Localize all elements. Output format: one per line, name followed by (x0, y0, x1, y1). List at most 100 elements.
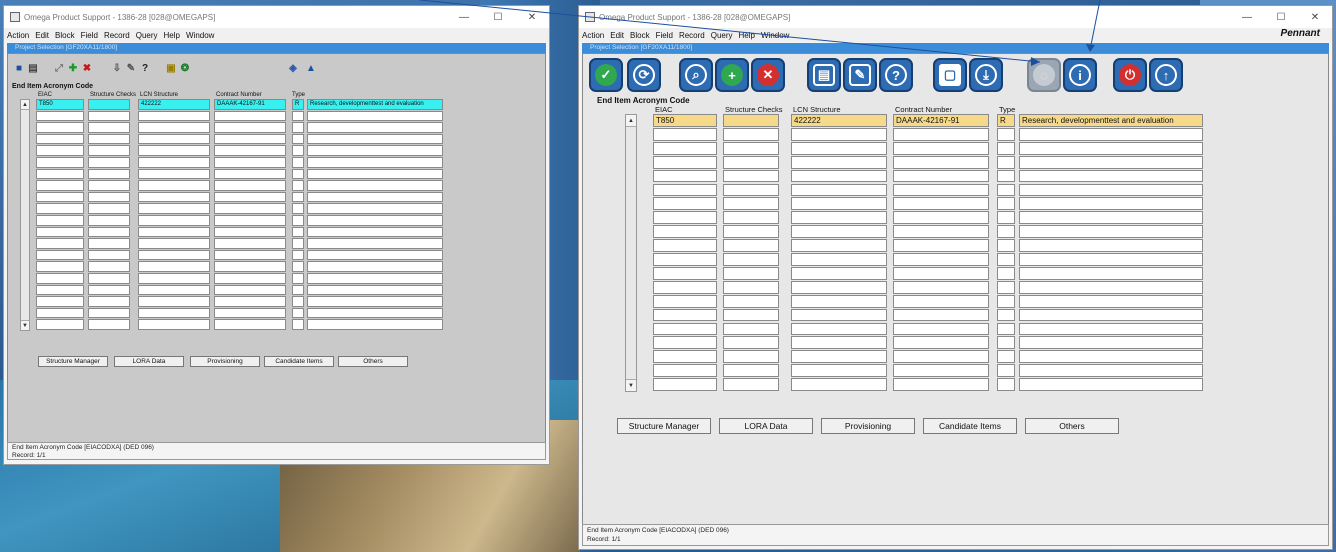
empty-cell[interactable] (307, 145, 443, 156)
empty-cell[interactable] (88, 168, 130, 180)
empty-cell[interactable] (307, 319, 443, 330)
empty-cell[interactable] (723, 364, 779, 378)
empty-cell[interactable] (138, 226, 210, 238)
empty-cell[interactable] (138, 249, 210, 261)
empty-cell[interactable] (653, 350, 717, 364)
empty-cell[interactable] (997, 127, 1015, 141)
help-icon[interactable]: ? (138, 61, 152, 75)
empty-cell[interactable] (791, 197, 887, 211)
empty-cell[interactable] (893, 197, 989, 211)
empty-cell[interactable] (791, 239, 887, 252)
add-button[interactable]: + (715, 58, 749, 92)
menu-window[interactable]: Window (761, 31, 789, 40)
empty-cell[interactable] (893, 239, 989, 252)
empty-cell[interactable] (36, 145, 84, 156)
empty-cell[interactable] (723, 322, 779, 336)
empty-cell[interactable] (791, 350, 887, 364)
empty-cell[interactable] (292, 226, 304, 238)
help-button[interactable]: ? (879, 58, 913, 92)
empty-cell[interactable] (88, 122, 130, 133)
empty-cell[interactable] (88, 215, 130, 226)
empty-cell[interactable] (723, 225, 779, 239)
empty-cell[interactable] (723, 197, 779, 211)
empty-cell[interactable] (1019, 197, 1203, 211)
download-icon[interactable]: ⇩ (110, 61, 124, 75)
empty-cell[interactable] (36, 261, 84, 272)
delete-icon[interactable]: ✖ (80, 61, 94, 75)
copy-icon[interactable]: ▣ (164, 61, 178, 75)
menu-record[interactable]: Record (679, 31, 705, 40)
lora-data-button[interactable]: LORA Data (114, 356, 184, 367)
empty-cell[interactable] (292, 284, 304, 296)
cell-eiac[interactable]: T850 (653, 114, 717, 127)
empty-cell[interactable] (138, 133, 210, 145)
empty-cell[interactable] (1019, 308, 1203, 322)
empty-cell[interactable] (997, 336, 1015, 350)
empty-cell[interactable] (88, 110, 130, 122)
empty-cell[interactable] (138, 180, 210, 191)
empty-cell[interactable] (36, 307, 84, 319)
empty-cell[interactable] (997, 294, 1015, 308)
empty-cell[interactable] (88, 238, 130, 249)
empty-cell[interactable] (723, 253, 779, 266)
empty-cell[interactable] (307, 203, 443, 214)
menu-help[interactable]: Help (739, 31, 755, 40)
empty-cell[interactable] (36, 238, 84, 249)
empty-cell[interactable] (138, 215, 210, 226)
others-button[interactable]: Others (1025, 418, 1119, 434)
empty-cell[interactable] (723, 141, 779, 155)
scroll-up-icon[interactable]: ▲ (21, 100, 29, 110)
candidate-items-button[interactable]: Candidate Items (923, 418, 1017, 434)
empty-cell[interactable] (1019, 239, 1203, 252)
empty-cell[interactable] (791, 253, 887, 266)
empty-cell[interactable] (292, 145, 304, 156)
empty-cell[interactable] (292, 238, 304, 249)
empty-cell[interactable] (88, 261, 130, 272)
empty-cell[interactable] (653, 239, 717, 252)
query-icon[interactable]: ⤢ (52, 61, 66, 75)
empty-cell[interactable] (723, 378, 779, 391)
delete-button[interactable]: ✕ (751, 58, 785, 92)
empty-cell[interactable] (292, 307, 304, 319)
empty-cell[interactable] (138, 203, 210, 214)
empty-cell[interactable] (997, 183, 1015, 197)
empty-cell[interactable] (791, 364, 887, 378)
empty-cell[interactable] (1019, 253, 1203, 266)
cell-type[interactable]: R (997, 114, 1015, 127)
empty-cell[interactable] (307, 191, 443, 203)
provisioning-button[interactable]: Provisioning (821, 418, 915, 434)
empty-cell[interactable] (88, 296, 130, 307)
scroll-up-icon[interactable]: ▲ (626, 115, 636, 127)
empty-cell[interactable] (893, 253, 989, 266)
empty-cell[interactable] (1019, 169, 1203, 183)
empty-cell[interactable] (138, 307, 210, 319)
window-title-bar[interactable]: Omega Product Support - 1386-28 [028@OME… (579, 6, 1332, 28)
empty-cell[interactable] (307, 296, 443, 307)
empty-cell[interactable] (997, 239, 1015, 252)
empty-cell[interactable] (138, 238, 210, 249)
empty-cell[interactable] (292, 110, 304, 122)
structure-manager-button[interactable]: Structure Manager (617, 418, 711, 434)
empty-cell[interactable] (214, 261, 286, 272)
empty-cell[interactable] (997, 141, 1015, 155)
empty-cell[interactable] (292, 273, 304, 284)
empty-cell[interactable] (893, 378, 989, 391)
empty-cell[interactable] (36, 157, 84, 168)
empty-cell[interactable] (1019, 322, 1203, 336)
empty-cell[interactable] (791, 336, 887, 350)
empty-cell[interactable] (307, 180, 443, 191)
minimize-icon[interactable]: — (1230, 6, 1264, 28)
empty-cell[interactable] (653, 364, 717, 378)
print-icon[interactable]: ▤ (26, 61, 40, 75)
empty-cell[interactable] (36, 319, 84, 330)
empty-cell[interactable] (1019, 336, 1203, 350)
close-icon[interactable]: ✕ (1298, 6, 1332, 28)
empty-cell[interactable] (138, 157, 210, 168)
empty-cell[interactable] (997, 322, 1015, 336)
empty-cell[interactable] (1019, 141, 1203, 155)
empty-cell[interactable] (1019, 280, 1203, 294)
exit-icon[interactable]: ◈ (286, 61, 300, 75)
empty-cell[interactable] (214, 122, 286, 133)
empty-cell[interactable] (791, 211, 887, 225)
empty-cell[interactable] (997, 155, 1015, 169)
